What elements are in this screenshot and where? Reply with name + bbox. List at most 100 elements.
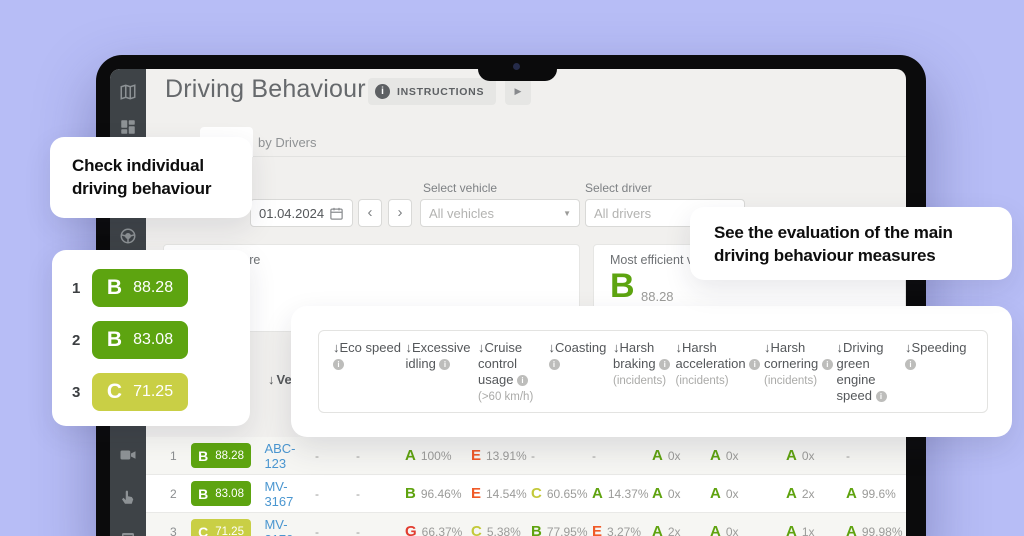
cell-value: 14.37% bbox=[608, 487, 649, 501]
cell-value: 99.98% bbox=[862, 525, 903, 536]
vehicle-link[interactable]: ABC-123 bbox=[264, 441, 315, 471]
measure-cell: - bbox=[846, 449, 906, 463]
table-row[interactable]: 2 B 83.08 MV-3167 - bbox=[146, 475, 906, 513]
cell-grade: A bbox=[710, 523, 721, 536]
measure-column-header[interactable]: Cruise control usage (>60 km/h) bbox=[478, 340, 546, 412]
cell-grade: A bbox=[786, 485, 797, 502]
truck-icon[interactable] bbox=[119, 530, 137, 536]
ranking-grade-badge: B 88.28 bbox=[92, 269, 188, 307]
cell-grade: B bbox=[531, 523, 542, 536]
cell-value: 99.6% bbox=[862, 487, 896, 501]
measure-cell: E 14.54% bbox=[471, 485, 531, 502]
vehicle-link[interactable]: MV-3170 bbox=[264, 517, 315, 536]
grade-letter: C bbox=[198, 524, 208, 536]
vehicle-select[interactable]: All vehicles bbox=[420, 199, 580, 227]
cell-value: 5.38% bbox=[487, 525, 521, 536]
video-camera-icon[interactable] bbox=[119, 446, 137, 464]
info-icon[interactable] bbox=[822, 359, 833, 370]
ranking-position: 2 bbox=[72, 332, 92, 349]
ranking-grade-score: 88.28 bbox=[133, 279, 173, 297]
measure-cell: A 0x bbox=[652, 485, 710, 502]
measure-cells: - - A 100% bbox=[315, 447, 906, 464]
ranking-grade-score: 83.08 bbox=[133, 331, 173, 349]
dashboard-icon[interactable] bbox=[119, 118, 137, 136]
date-picker[interactable]: 01.04.2024 bbox=[250, 199, 353, 227]
callout-right-line1: See the evaluation of the main bbox=[714, 221, 1012, 244]
measure-column-header[interactable]: Harsh braking (incidents) bbox=[613, 340, 673, 412]
measure-label: Cruise control usage bbox=[478, 340, 522, 387]
vehicle-link[interactable]: MV-3167 bbox=[264, 479, 315, 509]
instructions-label: INSTRUCTIONS bbox=[397, 86, 484, 98]
measure-cell: - bbox=[315, 525, 356, 536]
play-button[interactable] bbox=[505, 78, 531, 105]
cell-value: 13.91% bbox=[486, 449, 527, 463]
info-icon[interactable] bbox=[749, 359, 760, 370]
ranking-position: 3 bbox=[72, 384, 92, 401]
info-icon[interactable] bbox=[876, 391, 887, 402]
cell-grade: E bbox=[471, 447, 481, 464]
cell-value: 100% bbox=[421, 449, 452, 463]
measure-sub-label: (incidents) bbox=[613, 373, 673, 389]
driving-gestures-icon[interactable] bbox=[119, 488, 137, 506]
cell-grade: A bbox=[652, 447, 663, 464]
info-icon[interactable] bbox=[333, 359, 344, 370]
vehicles-table: 1 B 88.28 ABC-123 - bbox=[146, 437, 906, 536]
measure-column-header[interactable]: Coasting bbox=[549, 340, 611, 412]
cell-value: 2x bbox=[802, 487, 815, 501]
cell-value: - bbox=[592, 449, 596, 463]
driver-select-value: All drivers bbox=[594, 206, 651, 221]
table-row[interactable]: 3 C 71.25 MV-3170 - bbox=[146, 513, 906, 536]
table-row[interactable]: 1 B 88.28 ABC-123 - bbox=[146, 437, 906, 475]
cell-grade: C bbox=[471, 523, 482, 536]
measure-cell: A 100% bbox=[405, 447, 471, 464]
info-icon[interactable] bbox=[439, 359, 450, 370]
cell-grade: A bbox=[846, 523, 857, 536]
measure-cell: A 0x bbox=[710, 523, 786, 536]
measure-column-header[interactable]: Harsh acceleration (incidents) bbox=[676, 340, 762, 412]
info-icon[interactable] bbox=[659, 359, 670, 370]
prev-day-button[interactable]: ‹ bbox=[358, 199, 382, 227]
efficient-grade: B bbox=[610, 267, 635, 306]
efficient-score: 88.28 bbox=[641, 289, 674, 304]
cell-value: - bbox=[315, 525, 319, 536]
grade-score: 83.08 bbox=[215, 488, 244, 500]
info-icon[interactable] bbox=[905, 359, 916, 370]
ranking-grade-score: 71.25 bbox=[133, 383, 173, 401]
next-day-button[interactable]: › bbox=[388, 199, 412, 227]
cell-grade: A bbox=[786, 523, 797, 536]
instructions-button[interactable]: INSTRUCTIONS bbox=[368, 78, 496, 105]
measure-column-header[interactable]: Harsh cornering (incidents) bbox=[764, 340, 834, 412]
measure-cell: A 0x bbox=[710, 447, 786, 464]
measure-cell: A 0x bbox=[710, 485, 786, 502]
cell-value: 1x bbox=[802, 525, 815, 536]
info-icon[interactable] bbox=[517, 375, 528, 386]
cell-grade: A bbox=[710, 447, 721, 464]
measure-cells: - - B 96.46% bbox=[315, 485, 906, 502]
cell-value: 60.65% bbox=[547, 487, 588, 501]
callout-left-line1: Check individual bbox=[72, 154, 252, 177]
measure-cell: - bbox=[356, 487, 405, 501]
cell-value: 0x bbox=[726, 449, 739, 463]
measure-cells: - - G 66.37% bbox=[315, 523, 906, 536]
grade-letter: B bbox=[198, 486, 208, 502]
measure-column-header[interactable]: Speeding bbox=[905, 340, 973, 412]
grade-score: 88.28 bbox=[215, 450, 244, 462]
measure-label: Harsh braking bbox=[613, 340, 656, 371]
ranking-grade-badge: B 83.08 bbox=[92, 321, 188, 359]
measure-label: Harsh cornering bbox=[764, 340, 818, 371]
row-rank: 3 bbox=[170, 525, 191, 536]
cell-grade: B bbox=[405, 485, 416, 502]
map-icon[interactable] bbox=[119, 83, 137, 101]
measure-column-header[interactable]: Excessive idling bbox=[406, 340, 476, 412]
callout-left-line2: driving behaviour bbox=[72, 177, 252, 200]
info-icon[interactable] bbox=[549, 359, 560, 370]
measure-sub-label: (incidents) bbox=[676, 373, 762, 389]
measure-cell: G 66.37% bbox=[405, 523, 471, 536]
measure-column-header[interactable]: Driving green engine speed bbox=[837, 340, 903, 412]
measure-column-header[interactable]: Eco speed bbox=[333, 340, 403, 412]
tab-by-drivers[interactable]: by Drivers bbox=[258, 135, 317, 150]
measure-cell: E 13.91% bbox=[471, 447, 531, 464]
cell-value: 14.54% bbox=[486, 487, 527, 501]
steering-wheel-icon[interactable] bbox=[119, 227, 137, 245]
measure-cell: A 1x bbox=[786, 523, 846, 536]
